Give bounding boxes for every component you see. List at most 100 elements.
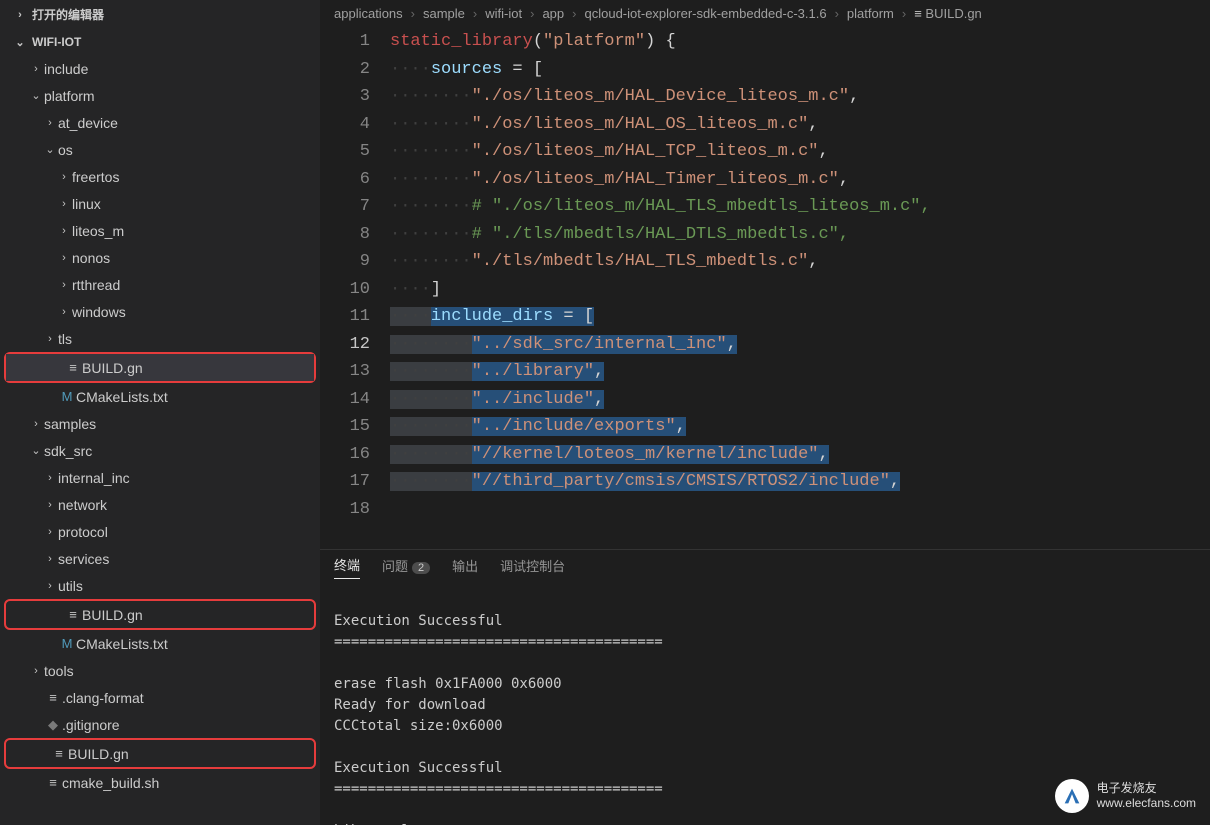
- breadcrumb-item[interactable]: app: [542, 6, 564, 21]
- tree-folder[interactable]: ›include: [0, 55, 320, 82]
- tree-item-label: windows: [72, 304, 126, 320]
- tree-file[interactable]: ≡BUILD.gn: [6, 601, 314, 628]
- open-editors-label: 打开的编辑器: [32, 6, 104, 23]
- tree-file[interactable]: ◆.gitignore: [0, 711, 320, 738]
- tree-item-label: liteos_m: [72, 223, 124, 239]
- tree-folder[interactable]: ›network: [0, 491, 320, 518]
- chevron-right-icon: ›: [42, 117, 58, 129]
- breadcrumb-item[interactable]: wifi-iot: [485, 6, 522, 21]
- chevron-right-icon: ›: [42, 553, 58, 565]
- tree-item-label: tools: [44, 663, 74, 679]
- tree-folder[interactable]: ›freertos: [0, 163, 320, 190]
- tree-item-label: network: [58, 497, 107, 513]
- tree-item-label: samples: [44, 416, 96, 432]
- breadcrumb-item[interactable]: applications: [334, 6, 403, 21]
- panel-tabs[interactable]: 终端问题2 输出调试控制台: [320, 550, 1210, 584]
- breadcrumb-item[interactable]: sample: [423, 6, 465, 21]
- code-editor[interactable]: 123456789101112131415161718 static_libra…: [320, 28, 1210, 549]
- chevron-right-icon: ›: [568, 6, 580, 21]
- chevron-right-icon: ›: [56, 198, 72, 210]
- file-icon: ≡: [64, 607, 82, 622]
- breadcrumb-item[interactable]: ≡ BUILD.gn: [914, 6, 982, 21]
- breadcrumb[interactable]: applications › sample › wifi-iot › app › qcloud-…: [320, 0, 1210, 28]
- chevron-right-icon: ›: [56, 225, 72, 237]
- tree-folder[interactable]: ›tls: [0, 325, 320, 352]
- chevron-right-icon: ›: [12, 9, 28, 21]
- watermark-icon: [1055, 779, 1089, 813]
- tree-folder[interactable]: ›nonos: [0, 244, 320, 271]
- breadcrumb-item[interactable]: platform: [847, 6, 894, 21]
- tree-file[interactable]: MCMakeLists.txt: [0, 383, 320, 410]
- chevron-right-icon: ›: [407, 6, 419, 21]
- panel-tab[interactable]: 终端: [334, 555, 360, 579]
- chevron-down-icon: ⌄: [42, 143, 58, 156]
- tree-folder[interactable]: ⌄sdk_src: [0, 437, 320, 464]
- tree-file[interactable]: ≡BUILD.gn: [6, 740, 314, 767]
- tree-item-label: .gitignore: [62, 717, 120, 733]
- panel-tab[interactable]: 输出: [452, 556, 478, 579]
- chevron-right-icon: ›: [42, 580, 58, 592]
- panel-tab[interactable]: 问题2: [382, 556, 430, 579]
- sidebar: › 打开的编辑器 ⌄ WIFI-IOT ›include⌄platform›at…: [0, 0, 320, 825]
- tree-item-label: linux: [72, 196, 101, 212]
- project-name-label: WIFI-IOT: [32, 35, 81, 49]
- chevron-right-icon: ›: [42, 333, 58, 345]
- tree-item-label: os: [58, 142, 73, 158]
- chevron-right-icon: ›: [831, 6, 843, 21]
- tree-file[interactable]: ≡.clang-format: [0, 684, 320, 711]
- chevron-down-icon: ⌄: [12, 36, 28, 49]
- file-icon: ≡: [64, 360, 82, 375]
- tree-item-label: CMakeLists.txt: [76, 389, 168, 405]
- tree-item-label: freertos: [72, 169, 119, 185]
- tree-folder[interactable]: ›windows: [0, 298, 320, 325]
- watermark-url: www.elecfans.com: [1097, 796, 1196, 811]
- tree-item-label: BUILD.gn: [82, 360, 143, 376]
- file-icon: M: [58, 636, 76, 651]
- main-area: applications › sample › wifi-iot › app › qcloud-…: [320, 0, 1210, 825]
- tree-item-label: platform: [44, 88, 95, 104]
- chevron-down-icon: ⌄: [28, 444, 44, 457]
- tree-file[interactable]: ≡cmake_build.sh: [0, 769, 320, 796]
- tree-folder[interactable]: ›linux: [0, 190, 320, 217]
- file-icon: ≡: [44, 690, 62, 705]
- tree-item-label: cmake_build.sh: [62, 775, 159, 791]
- file-tree[interactable]: ›include⌄platform›at_device⌄os›freertos›…: [0, 55, 320, 825]
- chevron-right-icon: ›: [28, 418, 44, 430]
- tree-item-label: include: [44, 61, 88, 77]
- tree-item-label: rtthread: [72, 277, 120, 293]
- tree-folder[interactable]: ›services: [0, 545, 320, 572]
- panel-tab[interactable]: 调试控制台: [500, 556, 565, 579]
- watermark-brand: 电子发烧友: [1097, 781, 1196, 796]
- tree-folder[interactable]: ›internal_inc: [0, 464, 320, 491]
- tree-folder[interactable]: ⌄platform: [0, 82, 320, 109]
- tree-item-label: at_device: [58, 115, 118, 131]
- open-editors-header[interactable]: › 打开的编辑器: [0, 0, 320, 29]
- chevron-right-icon: ›: [42, 499, 58, 511]
- tree-folder[interactable]: ›tools: [0, 657, 320, 684]
- chevron-right-icon: ›: [28, 63, 44, 75]
- code-body[interactable]: static_library("platform") {····sources …: [390, 28, 1210, 549]
- tree-item-label: tls: [58, 331, 72, 347]
- chevron-right-icon: ›: [28, 665, 44, 677]
- tree-folder[interactable]: ›samples: [0, 410, 320, 437]
- chevron-right-icon: ›: [469, 6, 481, 21]
- tree-file[interactable]: MCMakeLists.txt: [0, 630, 320, 657]
- tree-folder[interactable]: ⌄os: [0, 136, 320, 163]
- tree-item-label: protocol: [58, 524, 108, 540]
- chevron-right-icon: ›: [56, 252, 72, 264]
- tree-item-label: services: [58, 551, 109, 567]
- tree-folder[interactable]: ›utils: [0, 572, 320, 599]
- tree-item-label: nonos: [72, 250, 110, 266]
- tree-folder[interactable]: ›at_device: [0, 109, 320, 136]
- chevron-right-icon: ›: [56, 279, 72, 291]
- breadcrumb-item[interactable]: qcloud-iot-explorer-sdk-embedded-c-3.1.6: [585, 6, 827, 21]
- chevron-down-icon: ⌄: [28, 89, 44, 102]
- project-header[interactable]: ⌄ WIFI-IOT: [0, 29, 320, 55]
- tree-folder[interactable]: ›rtthread: [0, 271, 320, 298]
- tree-folder[interactable]: ›liteos_m: [0, 217, 320, 244]
- line-gutter: 123456789101112131415161718: [320, 28, 390, 549]
- tree-folder[interactable]: ›protocol: [0, 518, 320, 545]
- chevron-right-icon: ›: [898, 6, 910, 21]
- tree-item-label: .clang-format: [62, 690, 144, 706]
- tree-file[interactable]: ≡BUILD.gn: [6, 354, 314, 381]
